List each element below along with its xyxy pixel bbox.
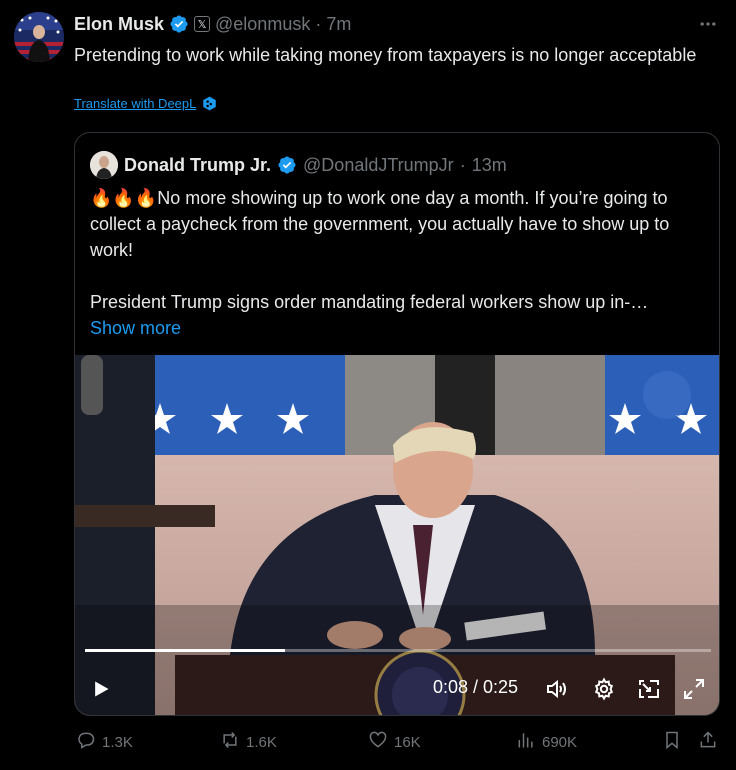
reply-button[interactable]: 1.3K xyxy=(76,730,133,754)
bookmark-icon xyxy=(662,730,682,754)
more-options-icon[interactable] xyxy=(698,14,718,40)
quoted-author-avatar[interactable] xyxy=(90,151,118,179)
translate-link[interactable]: Translate with DeepL xyxy=(74,96,217,111)
quoted-tweet-header: Donald Trump Jr. @DonaldJTrumpJr · 13m xyxy=(90,151,507,179)
video-player[interactable]: 0:08 / 0:25 xyxy=(75,355,719,715)
bookmark-button[interactable] xyxy=(662,730,682,754)
verified-badge-icon[interactable] xyxy=(169,14,189,34)
settings-icon[interactable] xyxy=(592,677,616,706)
author-handle[interactable]: @elonmusk xyxy=(215,14,310,35)
video-time: 0:08 / 0:25 xyxy=(433,677,519,697)
translate-label[interactable]: Translate with DeepL xyxy=(74,96,196,111)
picture-in-picture-icon[interactable] xyxy=(637,677,661,706)
separator-dot: · xyxy=(315,13,322,34)
repost-icon xyxy=(220,730,240,754)
reply-icon xyxy=(76,730,96,754)
show-more-link[interactable]: Show more xyxy=(90,315,706,341)
tweet-actions: 1.3K 1.6K 16K 690K xyxy=(0,730,736,760)
video-progress-fill xyxy=(85,649,286,652)
fullscreen-icon[interactable] xyxy=(682,677,706,706)
volume-icon[interactable] xyxy=(545,677,569,706)
video-progress-bar[interactable] xyxy=(85,649,711,652)
author-avatar[interactable] xyxy=(14,12,64,62)
share-icon xyxy=(698,730,718,754)
reply-count: 1.3K xyxy=(102,733,133,751)
quoted-author-name[interactable]: Donald Trump Jr. xyxy=(124,155,271,176)
tweet-text: Pretending to work while taking money fr… xyxy=(74,45,697,65)
author-name[interactable]: Elon Musk xyxy=(74,14,164,35)
repost-button[interactable]: 1.6K xyxy=(220,730,277,754)
quoted-verified-badge-icon xyxy=(277,155,297,175)
like-count: 16K xyxy=(394,733,421,751)
quoted-text-paragraph-1: 🔥🔥🔥No more showing up to work one day a … xyxy=(90,188,670,260)
tweet-header: Elon Musk 𝕏 @elonmusk · 7m xyxy=(74,12,351,36)
analytics-icon xyxy=(516,730,536,754)
tweet-timestamp[interactable]: 7m xyxy=(326,14,351,35)
x-affiliate-badge-icon[interactable]: 𝕏 xyxy=(194,16,211,32)
video-controls: 0:08 / 0:25 xyxy=(75,671,719,707)
share-button[interactable] xyxy=(698,730,718,754)
quoted-tweet-text: 🔥🔥🔥No more showing up to work one day a … xyxy=(90,185,706,341)
views-button[interactable]: 690K xyxy=(516,730,577,754)
tweet: Elon Musk 𝕏 @elonmusk · 7m Pretending to… xyxy=(0,0,736,770)
play-icon[interactable] xyxy=(91,679,111,704)
deepl-icon xyxy=(202,96,217,111)
quoted-text-paragraph-2: President Trump signs order mandating fe… xyxy=(90,292,649,312)
video-frame xyxy=(75,355,719,715)
quoted-tweet[interactable]: Donald Trump Jr. @DonaldJTrumpJr · 13m 🔥… xyxy=(74,132,720,716)
quoted-timestamp[interactable]: 13m xyxy=(472,155,507,176)
quoted-separator-dot: · xyxy=(459,154,466,175)
quoted-author-handle[interactable]: @DonaldJTrumpJr xyxy=(303,155,454,176)
like-button[interactable]: 16K xyxy=(368,730,421,754)
heart-icon xyxy=(368,730,388,754)
views-count: 690K xyxy=(542,733,578,751)
repost-count: 1.6K xyxy=(246,733,277,751)
